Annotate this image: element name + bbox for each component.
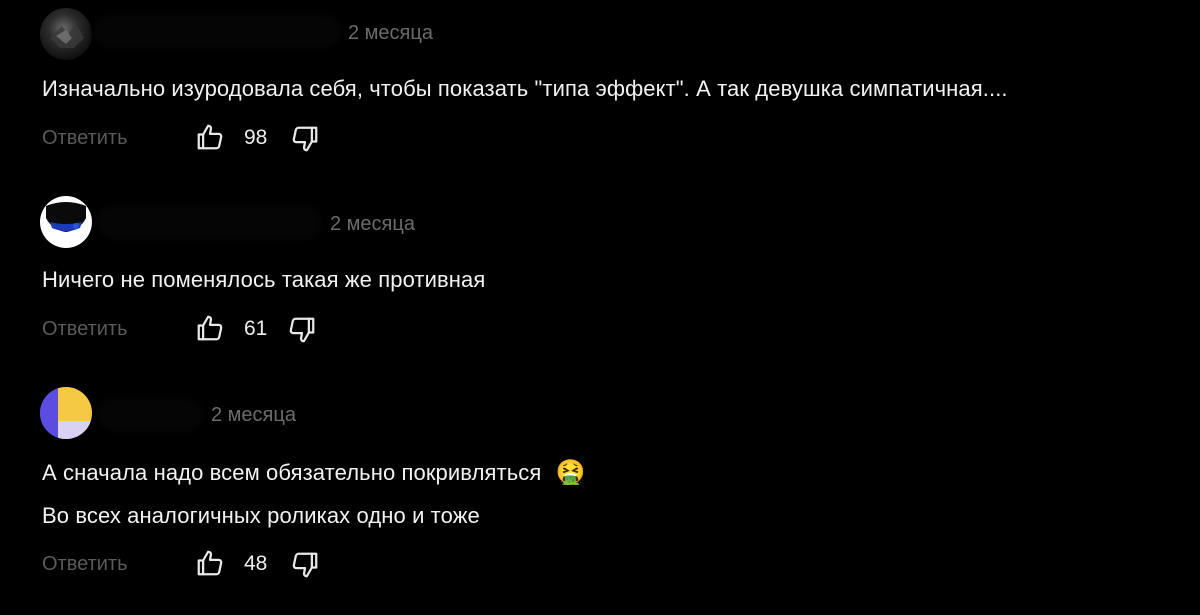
vomiting-face-emoji: 🤮 <box>555 458 586 486</box>
avatar[interactable] <box>40 8 92 60</box>
author-name-redacted <box>100 208 318 236</box>
comment-timestamp: 2 месяца <box>211 404 296 426</box>
thumb-down-icon[interactable] <box>290 550 320 580</box>
thumb-up-icon[interactable] <box>195 122 225 152</box>
thumb-up-icon[interactable] <box>195 313 225 343</box>
comment-text: Во всех аналогичных роликах одно и тоже <box>42 503 480 528</box>
reply-button[interactable]: Ответить <box>42 318 128 341</box>
author-name-redacted <box>100 402 200 428</box>
comment-text: Изначально изуродовала себя, чтобы показ… <box>42 76 1008 101</box>
reply-button[interactable]: Ответить <box>42 553 128 576</box>
avatar[interactable] <box>40 387 92 439</box>
thumb-down-icon[interactable] <box>290 124 320 154</box>
like-count: 98 <box>244 126 268 149</box>
comment-text-line: А сначала надо всем обязательно покривля… <box>42 460 542 485</box>
avatar[interactable] <box>40 196 92 248</box>
thumb-up-icon[interactable] <box>195 548 225 578</box>
author-name-redacted <box>96 18 338 44</box>
like-count: 61 <box>244 317 268 340</box>
like-count: 48 <box>244 552 268 575</box>
comment-timestamp: 2 месяца <box>330 213 415 235</box>
comment-text: Ничего не поменялось такая же противная <box>42 267 486 292</box>
thumb-down-icon[interactable] <box>287 315 317 345</box>
reply-button[interactable]: Ответить <box>42 127 128 150</box>
comment-timestamp: 2 месяца <box>348 22 433 44</box>
comment-text: А сначала надо всем обязательно покривля… <box>42 458 586 486</box>
